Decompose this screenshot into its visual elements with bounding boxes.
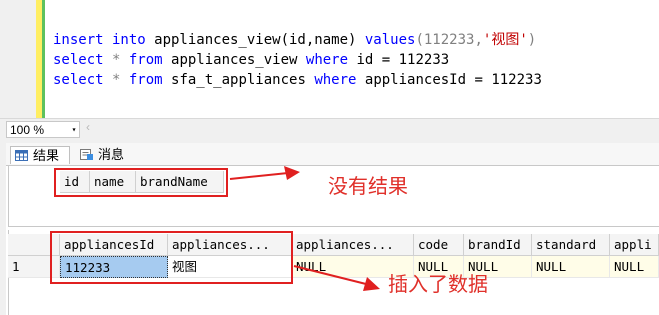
code-text: (112233, xyxy=(415,32,483,48)
keyword: select xyxy=(53,72,104,88)
tab-messages-label: 消息 xyxy=(98,147,125,162)
keyword: select xyxy=(53,52,104,68)
annotation-inserted: 插入了数据 xyxy=(388,272,488,296)
code-text: appliancesId = 112233 xyxy=(356,72,542,88)
code-text: appliances_view xyxy=(162,52,306,68)
column-header-standard[interactable]: standard xyxy=(532,234,610,256)
tab-results-label: 结果 xyxy=(33,148,60,163)
string-literal: '视图' xyxy=(482,32,528,48)
scroll-left-icon[interactable]: ‹ xyxy=(86,120,90,134)
table-cell-null[interactable]: NULL xyxy=(532,256,610,278)
keyword: where xyxy=(305,52,349,68)
keyword: insert into xyxy=(53,32,146,48)
code-text: appliances_view(id,name) xyxy=(145,32,365,48)
keyword: values xyxy=(364,32,416,48)
grid-icon xyxy=(15,150,28,161)
left-edge xyxy=(0,143,6,315)
chevron-down-icon[interactable]: ▾ xyxy=(68,121,80,138)
editor-gutter xyxy=(0,0,39,118)
code-line-3[interactable]: select * from sfa_t_appliances where app… xyxy=(53,70,542,90)
column-header-appli[interactable]: appli xyxy=(610,234,659,256)
table-cell-null[interactable]: NULL xyxy=(610,256,659,278)
tab-results[interactable]: 结果 xyxy=(10,146,70,164)
keyword: where xyxy=(314,72,357,88)
message-icon xyxy=(80,149,93,160)
annotation-no-result: 没有结果 xyxy=(328,174,408,198)
keyword: from xyxy=(128,72,163,88)
keyword: from xyxy=(128,52,163,68)
tab-messages[interactable]: 消息 xyxy=(76,146,134,164)
code-text: ) xyxy=(527,32,537,48)
code-line-2[interactable]: select * from appliances_view where id =… xyxy=(53,50,449,70)
code-text: * xyxy=(103,72,129,88)
highlight-box-inserted-row xyxy=(50,231,293,284)
code-text: * xyxy=(103,52,129,68)
code-line-1[interactable]: insert into appliances_view(id,name) val… xyxy=(53,30,536,50)
column-header-brandid[interactable]: brandId xyxy=(464,234,532,256)
change-marker-green xyxy=(42,0,45,118)
arrow-icon xyxy=(293,265,380,291)
sql-editor[interactable]: insert into appliances_view(id,name) val… xyxy=(0,0,659,118)
highlight-box-empty-result xyxy=(54,168,228,197)
column-header-appliances-3[interactable]: appliances... xyxy=(292,234,414,256)
zoom-bar xyxy=(0,118,659,144)
column-header-code[interactable]: code xyxy=(414,234,464,256)
code-text: id = 112233 xyxy=(348,52,450,68)
code-text: sfa_t_appliances xyxy=(162,72,315,88)
arrow-icon xyxy=(229,166,300,180)
